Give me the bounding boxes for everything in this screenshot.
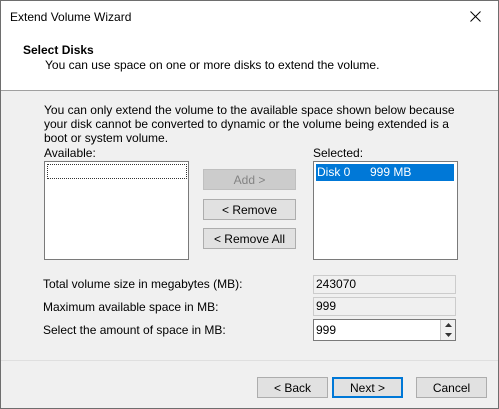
selected-listbox[interactable]: Disk 0 999 MB [313,161,458,260]
spin-down-button[interactable] [440,330,455,340]
spin-down-icon [444,333,452,337]
add-button[interactable]: Add > [203,169,296,190]
remove-all-button[interactable]: < Remove All [203,228,296,249]
available-listbox[interactable] [44,161,189,260]
wizard-header: Select Disks You can use space on one or… [1,32,498,91]
list-item[interactable]: Disk 0 999 MB [316,164,454,181]
close-icon [469,11,481,22]
window-title: Extend Volume Wizard [10,10,132,24]
spin-up-icon [444,323,452,327]
available-focus-row [47,164,187,179]
amount-label: Select the amount of space in MB: [43,323,226,337]
disk-size: 999 MB [370,165,412,179]
info-text: You can only extend the volume to the av… [44,103,455,145]
amount-input[interactable] [314,320,440,340]
remove-button[interactable]: < Remove [203,199,296,220]
available-label-text: Available: [44,146,96,160]
max-space-label: Maximum available space in MB: [43,300,219,314]
selected-label: Selected: [313,146,363,160]
back-button[interactable]: < Back [257,377,328,398]
spin-up-button[interactable] [440,320,455,330]
amount-spinbox[interactable] [313,319,456,341]
footer-divider [1,360,498,361]
total-size-value: 243070 [313,275,456,294]
max-space-value: 999 [313,297,456,316]
extend-volume-wizard-window: Extend Volume Wizard Select Disks You ca… [0,0,499,409]
next-button[interactable]: Next > [332,377,403,398]
available-label: Available: [44,146,96,160]
header-subtitle: You can use space on one or more disks t… [45,58,380,72]
disk-name: Disk 0 [317,165,351,179]
title-bar: Extend Volume Wizard [1,1,498,32]
total-size-label: Total volume size in megabytes (MB): [43,277,243,291]
header-title: Select Disks [23,43,94,57]
selected-label-text: Selected: [313,146,364,160]
close-button[interactable] [452,1,498,32]
cancel-button[interactable]: Cancel [416,377,487,398]
